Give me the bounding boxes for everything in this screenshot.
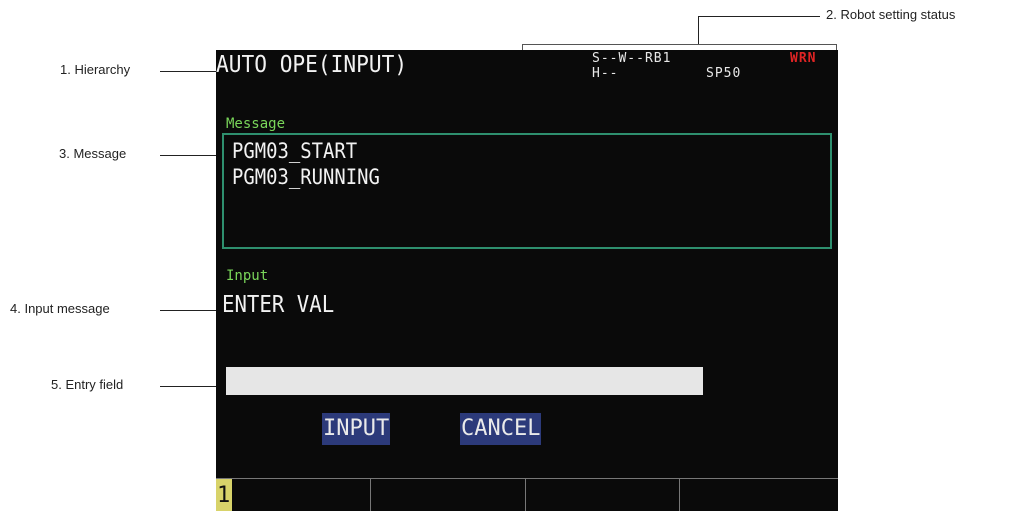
robot-status-area: S--W--RB1 H-- SP50 WRN	[522, 51, 838, 89]
message-line: PGM03_RUNNING	[232, 165, 380, 189]
function-key-bar: 1	[216, 478, 838, 511]
callout-input-message: 4. Input message	[10, 301, 110, 316]
function-key-1[interactable]	[232, 479, 371, 511]
input-message: ENTER VAL	[222, 292, 335, 318]
callout-message: 3. Message	[59, 146, 127, 161]
input-section-label: Input	[226, 268, 269, 284]
page-number-indicator: 1	[216, 479, 232, 511]
hierarchy-title: AUTO OPE(INPUT)	[216, 52, 408, 78]
callout-robot-status: 2. Robot setting status	[826, 7, 956, 22]
status-line-1: S--W--RB1	[592, 51, 672, 66]
callout-hierarchy: 1. Hierarchy	[60, 62, 131, 77]
message-box: PGM03_START PGM03_RUNNING	[222, 133, 832, 249]
function-key-2[interactable]	[371, 479, 526, 511]
callout-input-message-leader	[160, 310, 216, 311]
callout-robot-status-leader-v	[698, 16, 699, 44]
function-key-3[interactable]	[526, 479, 680, 511]
entry-field[interactable]	[226, 367, 703, 395]
callout-robot-status-leader-h	[698, 16, 820, 17]
callout-entry-field: 5. Entry field	[51, 377, 124, 392]
cancel-button[interactable]: CANCEL	[460, 413, 542, 445]
pendant-screen: AUTO OPE(INPUT) S--W--RB1 H-- SP50 WRN M…	[216, 50, 838, 511]
callout-hierarchy-leader	[160, 71, 216, 72]
callout-message-leader	[160, 155, 216, 156]
speed-indicator: SP50	[706, 66, 742, 81]
input-button[interactable]: INPUT	[322, 413, 391, 445]
message-section-label: Message	[226, 116, 286, 132]
warning-indicator: WRN	[790, 51, 817, 66]
message-line: PGM03_START	[232, 139, 358, 163]
status-line-2: H--	[592, 66, 619, 81]
function-key-4[interactable]	[680, 479, 838, 511]
